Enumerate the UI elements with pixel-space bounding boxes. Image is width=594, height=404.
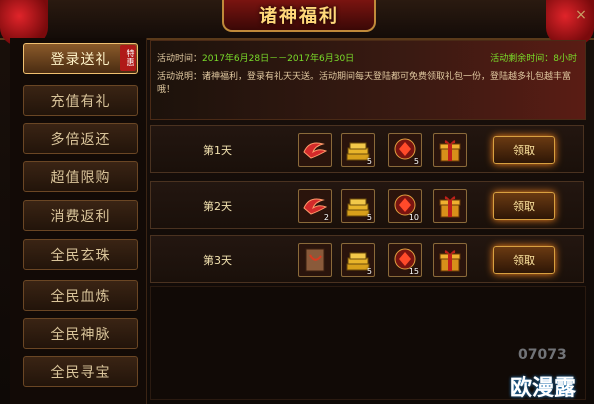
gold-bars-icon[interactable]: 5 [341,189,375,223]
gift-box-icon[interactable] [433,189,467,223]
sidebar-item-limited-purchase[interactable]: 超值限购 [23,161,138,192]
sidebar-item-recharge-gift[interactable]: 充值有礼 [23,85,138,116]
event-info-banner: 活动时间：2017年6月28日－－2017年6月30日 活动剩余时间：8小时 活… [150,40,586,120]
title-plate: 诸神福利 [222,0,376,32]
gift-box-icon[interactable] [433,133,467,167]
time-remaining: 活动剩余时间：8小时 [490,54,577,64]
reward-row-day2: 第2天 2 5 10 领取 [150,181,584,229]
sidebar-item-label: 超值限购 [50,169,111,186]
event-time-value: 2017年6月28日－－2017年6月30日 [202,54,355,64]
claim-button[interactable]: 领取 [493,246,555,274]
gold-bars-icon[interactable]: 5 [341,243,375,277]
sidebar-item-label: 多倍返还 [50,131,111,148]
item-count: 5 [366,213,372,222]
item-count: 5 [413,157,419,166]
sidebar-item-divine-vein[interactable]: 全民神脉 [23,318,138,349]
red-gem-icon[interactable]: 15 [388,243,422,277]
sidebar-item-login-gift[interactable]: 登录送礼 特惠 [23,43,138,74]
item-count: 5 [366,267,372,276]
day-label: 第2天 [203,200,232,213]
gold-bars-icon[interactable]: 5 [341,133,375,167]
special-offer-stamp: 特惠 [120,45,136,71]
red-wing-icon[interactable] [298,133,332,167]
sidebar-item-label: 全民血炼 [50,288,111,305]
claim-button[interactable]: 领取 [493,136,555,164]
event-time: 活动时间：2017年6月28日－－2017年6月30日 [157,51,354,64]
red-gem-icon[interactable]: 5 [388,133,422,167]
sidebar-item-label: 全民寻宝 [50,364,111,381]
reward-row-day1: 第1天 5 5 领取 [150,125,584,173]
day-label: 第3天 [203,254,232,267]
sidebar-item-multi-return[interactable]: 多倍返还 [23,123,138,154]
sidebar-item-blood-refine[interactable]: 全民血炼 [23,280,138,311]
sidebar-item-label: 全民玄珠 [50,247,111,264]
close-icon[interactable]: × [574,8,588,22]
watermark-text: 欧漫露 [510,376,577,401]
item-count: 5 [366,157,372,166]
red-gem-icon[interactable]: 10 [388,189,422,223]
watermark-number: 07073 [518,347,567,363]
sidebar-item-label: 全民神脉 [50,326,111,343]
sidebar-item-label: 充值有礼 [50,93,111,110]
gift-box-icon[interactable] [433,243,467,277]
sidebar-item-spend-rebate[interactable]: 消费返利 [23,200,138,231]
item-count: 15 [408,267,419,276]
sidebar-item-label: 登录送礼 [50,51,111,68]
sidebar-item-label: 消费返利 [50,208,111,225]
sidebar-item-mystic-orb[interactable]: 全民玄珠 [23,239,138,270]
scroll-icon[interactable] [298,243,332,277]
day-label: 第1天 [203,144,232,157]
item-count: 10 [408,213,419,222]
red-wing-icon[interactable]: 2 [298,189,332,223]
claim-button[interactable]: 领取 [493,192,555,220]
window-title: 诸神福利 [259,6,339,27]
reward-row-day3: 第3天 5 15 领取 [150,235,584,283]
event-description: 活动说明：诸神福利，登录有礼天天送。活动期间每天登陆都可免费领取礼包一份，登陆越… [157,72,572,95]
sidebar-item-treasure-hunt[interactable]: 全民寻宝 [23,356,138,387]
item-count: 2 [323,213,329,222]
event-time-label: 活动时间： [157,54,203,64]
